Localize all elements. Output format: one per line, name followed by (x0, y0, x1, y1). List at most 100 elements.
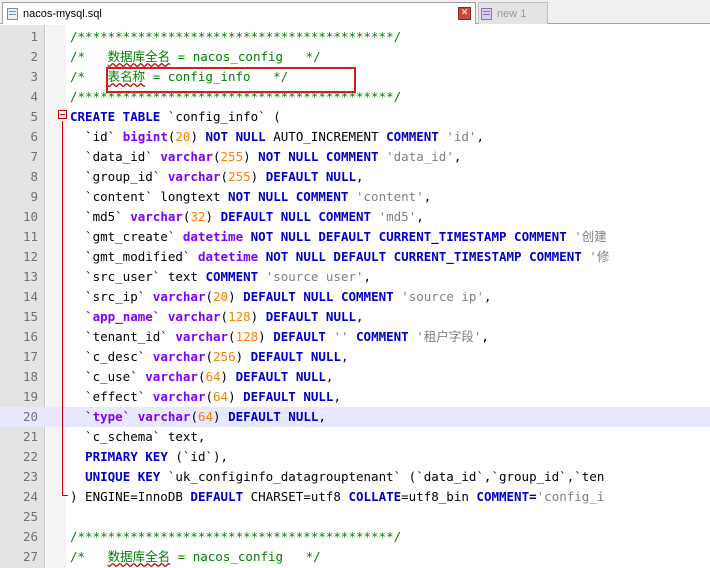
tab-bar: nacos-mysql.sql ✕ new 1 (0, 0, 710, 24)
code-token: 'config_i (536, 489, 605, 504)
code-token: ( (205, 389, 214, 404)
code-token: ( (220, 309, 229, 324)
code-line[interactable]: 23 UNIQUE KEY `uk_configinfo_datagroupte… (0, 467, 710, 487)
code-token: 'id' (446, 129, 477, 144)
line-number: 1 (30, 29, 38, 44)
code-line[interactable]: 8 `group_id` varchar(255) DEFAULT NULL, (0, 167, 710, 187)
line-number: 5 (30, 109, 38, 124)
code-token: `app_name` (85, 309, 161, 324)
code-token: DEFAULT (273, 329, 326, 344)
code-token: /* (70, 49, 108, 64)
code-token: ) (243, 149, 259, 164)
line-number: 10 (22, 209, 38, 224)
code-token: , (325, 369, 334, 384)
code-token: NOT NULL DEFAULT CURRENT_TIMESTAMP COMME… (265, 249, 582, 264)
code-token: varchar (160, 149, 213, 164)
fold-collapse-icon[interactable] (58, 110, 67, 119)
code-token: CREATE TABLE (70, 109, 161, 124)
code-line[interactable]: 27 /* 数据库全名 = nacos_config */ (0, 547, 710, 567)
code-text: `gmt_create` datetime NOT NULL DEFAULT C… (70, 227, 607, 247)
code-token: , (423, 189, 432, 204)
code-token: 数据库全名 (107, 49, 171, 64)
code-token: DEFAULT NULL COMMENT (243, 289, 394, 304)
code-token: ) (258, 329, 274, 344)
code-line[interactable]: 1 /**************************************… (0, 27, 710, 47)
line-number: 3 (30, 69, 38, 84)
code-token: `data_id` (70, 149, 161, 164)
code-text: `md5` varchar(32) DEFAULT NULL COMMENT '… (70, 207, 424, 227)
close-tab-button[interactable]: ✕ (458, 7, 471, 20)
line-number: 7 (30, 149, 38, 164)
code-token: 'source ip' (401, 289, 484, 304)
code-line[interactable]: 16 `tenant_id` varchar(128) DEFAULT '' C… (0, 327, 710, 347)
line-number: 16 (22, 329, 38, 344)
code-line[interactable]: 7 `data_id` varchar(255) NOT NULL COMMEN… (0, 147, 710, 167)
code-token: = nacos_config */ (170, 49, 321, 64)
line-number: 15 (22, 309, 38, 324)
code-token: AUTO_INCREMENT (265, 129, 387, 144)
code-line[interactable]: 20 `type` varchar(64) DEFAULT NULL, (0, 407, 710, 427)
code-line[interactable]: 24) ENGINE=InnoDB DEFAULT CHARSET=utf8 C… (0, 487, 710, 507)
code-editor[interactable]: 1 /**************************************… (0, 25, 710, 568)
code-token: varchar (130, 209, 183, 224)
code-line[interactable]: 9 `content` longtext NOT NULL COMMENT 'c… (0, 187, 710, 207)
code-line[interactable]: 18 `c_use` varchar(64) DEFAULT NULL, (0, 367, 710, 387)
line-number: 18 (22, 369, 38, 384)
code-token: `type` (85, 409, 131, 424)
code-line[interactable]: 12 `gmt_modified` datetime NOT NULL DEFA… (0, 247, 710, 267)
code-token: 64 (197, 409, 214, 424)
code-token: , (356, 169, 364, 184)
code-text: UNIQUE KEY `uk_configinfo_datagrouptenan… (70, 467, 604, 487)
fold-end-marker (62, 487, 68, 496)
line-number: 8 (30, 169, 38, 184)
code-token: ( (205, 349, 214, 364)
code-token: varchar (167, 309, 221, 324)
tab-new-1[interactable]: new 1 (478, 2, 548, 24)
code-token: `effect` (70, 389, 153, 404)
code-line[interactable]: 2 /* 数据库全名 = nacos_config */ (0, 47, 710, 67)
line-number: 9 (30, 189, 38, 204)
code-line[interactable]: 15 `app_name` varchar(128) DEFAULT NULL, (0, 307, 710, 327)
line-number: 17 (22, 349, 38, 364)
code-token: COMMENT (386, 129, 439, 144)
code-token: varchar (145, 369, 198, 384)
code-line[interactable]: 21 `c_schema` text, (0, 427, 710, 447)
code-token: , (340, 349, 349, 364)
code-token: UNIQUE KEY (85, 469, 161, 484)
code-line[interactable]: 11 `gmt_create` datetime NOT NULL DEFAUL… (0, 227, 710, 247)
code-token: /***************************************… (70, 29, 402, 44)
line-number: 11 (22, 229, 38, 244)
tab-label: nacos-mysql.sql (23, 7, 102, 20)
tab-nacos-mysql[interactable]: nacos-mysql.sql ✕ (2, 2, 476, 24)
code-token: '创建 (574, 229, 607, 244)
code-line[interactable]: 5 CREATE TABLE `config_info` ( (0, 107, 710, 127)
code-line[interactable]: 13 `src_user` text COMMENT 'source user'… (0, 267, 710, 287)
line-number: 23 (22, 469, 38, 484)
code-token: ) (213, 409, 229, 424)
code-line[interactable]: 22 PRIMARY KEY (`id`), (0, 447, 710, 467)
code-line[interactable]: 14 `src_ip` varchar(20) DEFAULT NULL COM… (0, 287, 710, 307)
code-line[interactable]: 6 `id` bigint(20) NOT NULL AUTO_INCREMEN… (0, 127, 710, 147)
code-token: DEFAULT NULL (243, 389, 334, 404)
code-token: 20 (175, 129, 191, 144)
code-line[interactable]: 25 (0, 507, 710, 527)
code-token: `config_info` ( (160, 109, 281, 124)
line-number: 20 (22, 409, 38, 424)
code-token: 255 (228, 169, 251, 184)
code-text: `id` bigint(20) NOT NULL AUTO_INCREMENT … (70, 127, 484, 147)
code-token: , (356, 309, 364, 324)
code-token: , (483, 289, 492, 304)
line-number: 12 (22, 249, 38, 264)
code-text: /***************************************… (70, 27, 401, 47)
code-token: 数据库全名 (107, 549, 171, 564)
code-token: 'content' (356, 189, 424, 204)
code-line[interactable]: 17 `c_desc` varchar(256) DEFAULT NULL, (0, 347, 710, 367)
code-line[interactable]: 19 `effect` varchar(64) DEFAULT NULL, (0, 387, 710, 407)
code-line[interactable]: 10 `md5` varchar(32) DEFAULT NULL COMMEN… (0, 207, 710, 227)
code-line[interactable]: 26 /*************************************… (0, 527, 710, 547)
